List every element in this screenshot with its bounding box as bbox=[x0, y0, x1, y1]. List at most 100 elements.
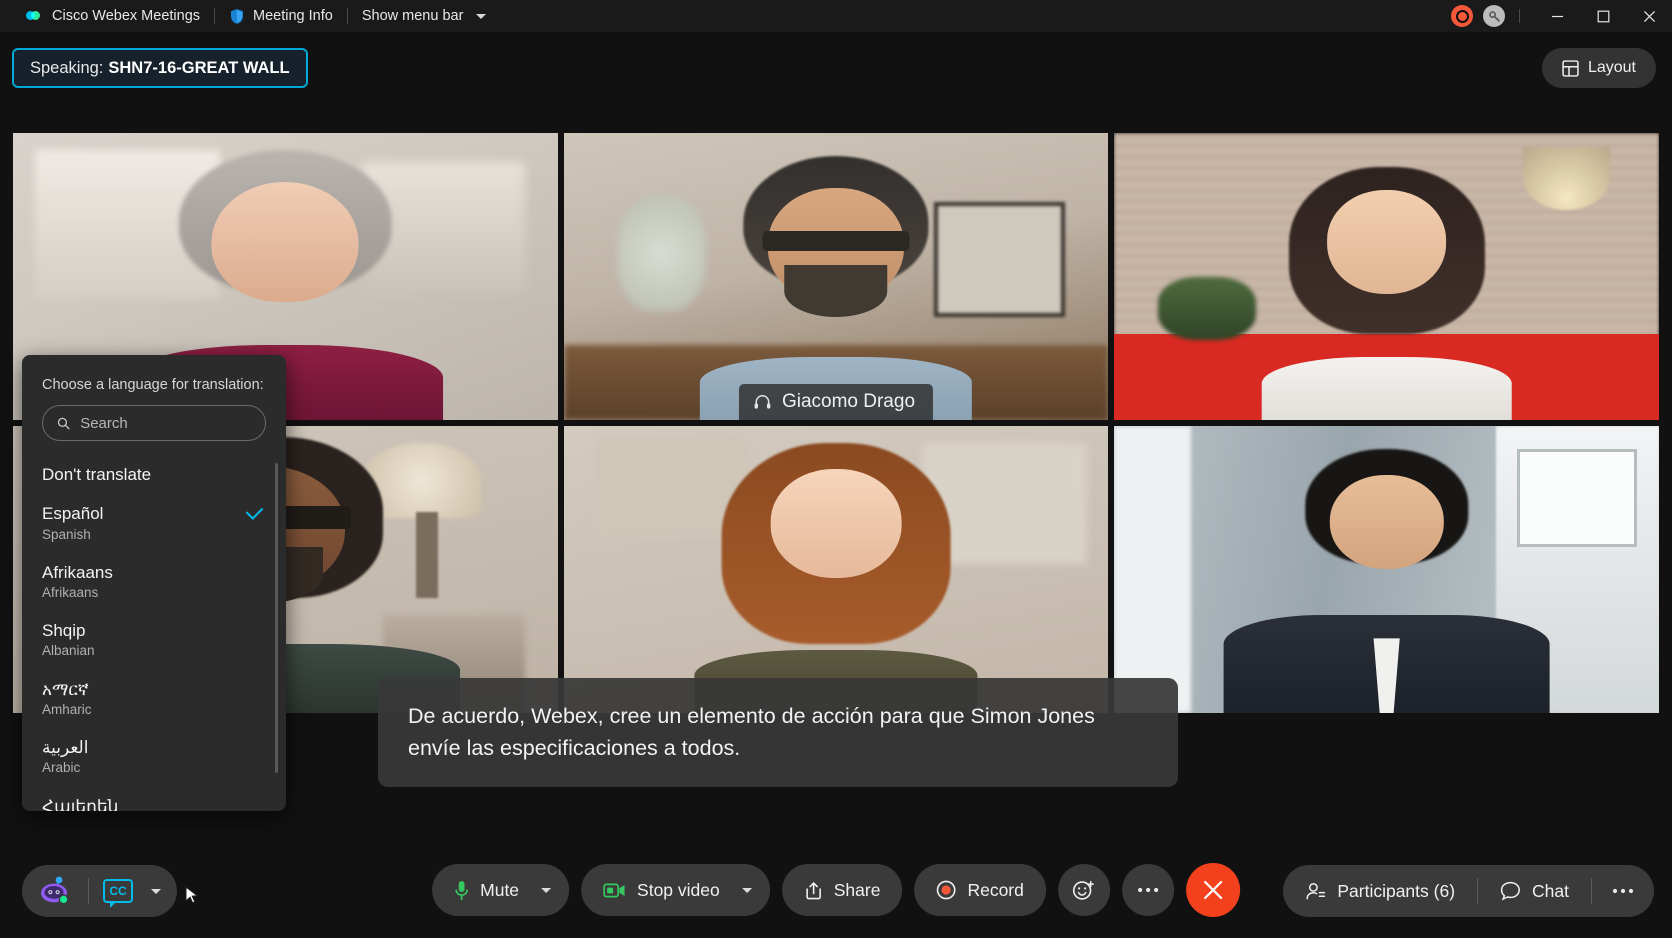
video-control[interactable]: Stop video bbox=[581, 864, 770, 916]
video-feed bbox=[563, 426, 1109, 713]
mute-options-button[interactable] bbox=[541, 864, 569, 916]
meeting-controls-bar: CC Mute Stop video Share Record Particip… bbox=[0, 844, 1672, 938]
assistant-cc-pill: CC bbox=[22, 865, 177, 917]
captions-options-button[interactable] bbox=[147, 865, 177, 917]
show-menu-bar-label: Show menu bar bbox=[361, 8, 464, 24]
assistant-controls-group: CC bbox=[22, 865, 199, 917]
list-item[interactable]: Don't translate bbox=[42, 455, 286, 494]
record-control[interactable]: Record bbox=[914, 864, 1046, 916]
show-menu-bar-button[interactable]: Show menu bar bbox=[348, 0, 501, 32]
participants-button[interactable]: Participants (6) bbox=[1283, 865, 1477, 917]
layout-button[interactable]: Layout bbox=[1541, 48, 1656, 88]
record-button[interactable]: Record bbox=[914, 864, 1045, 916]
mute-button[interactable]: Mute bbox=[432, 864, 541, 916]
chevron-down-icon bbox=[151, 888, 161, 894]
chevron-down-icon bbox=[476, 13, 487, 19]
title-bar-right bbox=[1451, 0, 1672, 32]
app-title-label: Cisco Webex Meetings bbox=[52, 8, 201, 24]
app-title: Cisco Webex Meetings bbox=[12, 0, 214, 32]
headset-icon bbox=[754, 394, 771, 409]
divider bbox=[1519, 9, 1520, 23]
microphone-icon bbox=[455, 880, 468, 900]
end-meeting-button[interactable] bbox=[1185, 863, 1240, 917]
title-bar-left: Cisco Webex Meetings Meeting Info Show m… bbox=[0, 0, 500, 32]
speaking-name: SHN7-16-GREAT WALL bbox=[108, 58, 290, 77]
share-control[interactable]: Share bbox=[781, 864, 903, 916]
participants-label: Participants (6) bbox=[1337, 880, 1456, 901]
reactions-smiley-icon bbox=[1073, 880, 1095, 900]
video-feed bbox=[1114, 426, 1659, 713]
record-icon bbox=[937, 880, 956, 900]
chat-button[interactable]: Chat bbox=[1478, 865, 1591, 917]
more-options-icon bbox=[1137, 887, 1158, 893]
list-item[interactable]: العربية Arabic bbox=[42, 728, 286, 786]
panels-more-button[interactable] bbox=[1592, 865, 1654, 917]
share-button[interactable]: Share bbox=[782, 864, 903, 916]
translation-language-dropdown[interactable]: Choose a language for translation: Don't… bbox=[22, 355, 286, 811]
stop-video-button[interactable]: Stop video bbox=[581, 864, 742, 916]
video-options-button[interactable] bbox=[741, 864, 770, 916]
reactions-button[interactable] bbox=[1057, 864, 1110, 916]
language-native-name: العربية bbox=[42, 738, 89, 758]
video-tile[interactable] bbox=[1114, 133, 1659, 420]
more-options-icon bbox=[1612, 888, 1634, 894]
language-native-name: Don't translate bbox=[42, 465, 152, 484]
panel-controls-group: Participants (6) Chat bbox=[1283, 865, 1654, 917]
stop-video-label: Stop video bbox=[637, 879, 720, 900]
search-input[interactable] bbox=[80, 414, 251, 432]
list-item[interactable]: Español Spanish bbox=[42, 494, 286, 552]
share-label: Share bbox=[833, 879, 881, 900]
list-item[interactable]: Shqip Albanian bbox=[42, 611, 286, 669]
language-native-name: Հայերեն bbox=[42, 796, 119, 811]
language-english-name: Arabic bbox=[42, 760, 81, 776]
maximize-button[interactable] bbox=[1580, 0, 1626, 32]
recording-indicator-icon[interactable] bbox=[1451, 5, 1473, 27]
participant-name: Giacomo Drago bbox=[781, 391, 916, 412]
list-item[interactable]: አማርኛ Amharic bbox=[42, 670, 286, 728]
meeting-info-button[interactable]: Meeting Info bbox=[215, 0, 347, 32]
minimize-button[interactable] bbox=[1534, 0, 1580, 32]
layout-label: Layout bbox=[1587, 59, 1636, 76]
share-screen-icon bbox=[805, 881, 821, 899]
closed-captions-button[interactable]: CC bbox=[89, 865, 147, 917]
encryption-key-icon[interactable] bbox=[1483, 5, 1505, 27]
record-label: Record bbox=[967, 879, 1024, 900]
mute-control[interactable]: Mute bbox=[432, 864, 570, 916]
sub-bar: Speaking: SHN7-16-GREAT WALL Layout bbox=[0, 32, 1672, 128]
chevron-down-icon bbox=[541, 887, 552, 893]
language-native-name: Shqip bbox=[42, 621, 86, 641]
webex-assistant-button[interactable] bbox=[22, 865, 88, 917]
caption-text: De acuerdo, Webex, cree un elemento de a… bbox=[408, 704, 1095, 761]
webex-meeting-window: Cisco Webex Meetings Meeting Info Show m… bbox=[0, 0, 1672, 938]
language-english-name: Spanish bbox=[42, 526, 91, 542]
active-speaker-banner: Speaking: SHN7-16-GREAT WALL bbox=[12, 48, 308, 88]
panels-pill: Participants (6) Chat bbox=[1283, 865, 1654, 917]
language-list[interactable]: Don't translate Español Spanish Afrikaan… bbox=[22, 455, 286, 811]
more-options-button[interactable] bbox=[1121, 864, 1174, 916]
search-icon bbox=[57, 417, 70, 429]
primary-controls-group: Mute Stop video Share Record bbox=[432, 863, 1240, 917]
video-tile[interactable] bbox=[563, 426, 1109, 713]
title-bar: Cisco Webex Meetings Meeting Info Show m… bbox=[0, 0, 1672, 32]
language-native-name: Afrikaans bbox=[42, 562, 113, 582]
language-native-name: አማርኛ bbox=[42, 679, 89, 699]
webex-assistant-icon bbox=[38, 876, 72, 906]
list-item[interactable]: Afrikaans Afrikaans bbox=[42, 553, 286, 611]
speaking-label: Speaking: bbox=[30, 58, 104, 77]
video-feed bbox=[563, 133, 1109, 420]
mouse-cursor bbox=[185, 886, 199, 904]
close-button[interactable] bbox=[1626, 0, 1672, 32]
chat-label: Chat bbox=[1532, 880, 1569, 901]
language-panel-title: Choose a language for translation: bbox=[42, 377, 264, 393]
meeting-info-label: Meeting Info bbox=[253, 8, 333, 24]
live-caption-overlay: De acuerdo, Webex, cree un elemento de a… bbox=[378, 678, 1178, 787]
list-item[interactable]: Հայերեն Armenian bbox=[42, 787, 286, 811]
webex-logo-icon bbox=[26, 7, 44, 25]
video-tile-active-speaker[interactable]: Giacomo Drago bbox=[563, 133, 1109, 420]
language-english-name: Albanian bbox=[42, 643, 95, 659]
video-tile[interactable] bbox=[1114, 426, 1659, 713]
end-meeting-icon bbox=[1203, 880, 1222, 900]
language-search-field[interactable] bbox=[42, 405, 266, 441]
grid-layout-icon bbox=[1562, 59, 1579, 77]
closed-captions-icon: CC bbox=[103, 879, 133, 908]
